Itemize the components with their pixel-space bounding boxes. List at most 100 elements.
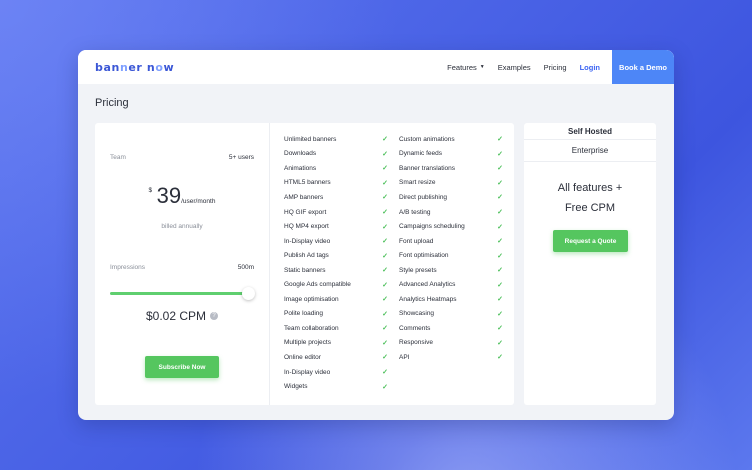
top-navbar: banner now Features ▼ Examples Pricing Lo… (78, 50, 674, 84)
check-icon: ✓ (382, 150, 388, 158)
check-icon: ✓ (382, 281, 388, 289)
impressions-slider[interactable] (110, 287, 255, 300)
check-icon: ✓ (382, 383, 388, 391)
page-title: Pricing (95, 97, 129, 109)
feature-item: Font upload ✓ (399, 234, 503, 249)
feature-item: HQ MP4 export ✓ (284, 219, 388, 234)
check-icon: ✓ (382, 310, 388, 318)
feature-item: Smart resize ✓ (399, 176, 503, 191)
price-calculator: Team 5+ users $ 39/user/month billed ann… (95, 123, 270, 405)
logo-text-2: er n (128, 60, 156, 74)
check-icon: ✓ (497, 238, 503, 246)
check-icon: ✓ (382, 252, 388, 260)
feature-label: Online editor (284, 353, 321, 361)
feature-label: Direct publishing (399, 193, 448, 201)
banner-now-logo[interactable]: banner now (95, 61, 174, 74)
features-column-1: Unlimited banners ✓ Downloads ✓ Animations ✓ H… (284, 132, 388, 394)
check-icon: ✓ (382, 179, 388, 187)
app-window: banner now Features ▼ Examples Pricing Lo… (78, 50, 674, 420)
check-icon: ✓ (382, 136, 388, 144)
check-icon: ✓ (382, 325, 388, 333)
feature-label: Analytics Heatmaps (399, 295, 457, 303)
cpm-display: $0.02 CPM ? (95, 309, 269, 323)
enterprise-summary: All features + Free CPM (524, 178, 656, 218)
feature-item: Dynamic feeds ✓ (399, 147, 503, 162)
feature-item: Style presets ✓ (399, 263, 503, 278)
check-icon: ✓ (497, 223, 503, 231)
feature-label: Publish Ad tags (284, 252, 329, 260)
feature-item: Multiple projects ✓ (284, 336, 388, 351)
feature-label: A/B testing (399, 208, 431, 216)
feature-item: Responsive ✓ (399, 336, 503, 351)
feature-label: Polite loading (284, 310, 324, 318)
feature-label: Unlimited banners (284, 135, 337, 143)
feature-item: HQ GIF export ✓ (284, 205, 388, 220)
feature-item: Widgets ✓ (284, 379, 388, 394)
check-icon: ✓ (382, 238, 388, 246)
feature-item: Font optimisation ✓ (399, 248, 503, 263)
check-icon: ✓ (382, 209, 388, 216)
feature-label: In-Display video (284, 368, 331, 376)
feature-label: HQ MP4 export (284, 223, 329, 231)
feature-label: In-Display video (284, 237, 331, 245)
nav-pricing[interactable]: Pricing (544, 63, 567, 72)
check-icon: ✓ (497, 296, 503, 304)
feature-item: Banner translations ✓ (399, 161, 503, 176)
feature-label: Static banners (284, 266, 326, 274)
check-icon: ✓ (382, 354, 388, 362)
feature-label: Custom animations (399, 135, 455, 143)
feature-item: Unlimited banners ✓ (284, 132, 388, 147)
feature-label: Advanced Analytics (399, 281, 456, 289)
check-icon: ✓ (497, 252, 503, 260)
feature-label: Comments (399, 324, 431, 332)
currency-symbol: $ (148, 187, 153, 194)
impressions-value: 500m (237, 264, 254, 271)
check-icon: ✓ (382, 296, 388, 304)
check-icon: ✓ (497, 136, 503, 144)
book-demo-button[interactable]: Book a Demo (612, 50, 674, 84)
feature-label: HQ GIF export (284, 208, 327, 216)
enterprise-card: Self Hosted Enterprise All features + Fr… (524, 123, 656, 405)
slider-thumb[interactable] (242, 287, 255, 300)
subscribe-button[interactable]: Subscribe Now (145, 356, 219, 378)
nav-examples[interactable]: Examples (498, 63, 531, 72)
logo-text-1: ban (95, 60, 120, 74)
feature-label: Dynamic feeds (399, 150, 442, 158)
request-quote-button[interactable]: Request a Quote (553, 230, 628, 252)
feature-item: In-Display video ✓ (284, 365, 388, 380)
feature-label: Banner translations (399, 164, 456, 172)
check-icon: ✓ (497, 179, 503, 187)
feature-label: Font optimisation (399, 252, 449, 260)
billing-note: billed annually (161, 223, 203, 230)
feature-label: Showcasing (399, 310, 435, 318)
feature-item: Analytics Heatmaps ✓ (399, 292, 503, 307)
help-icon[interactable]: ? (210, 312, 219, 320)
check-icon: ✓ (497, 281, 503, 289)
check-icon: ✓ (497, 267, 503, 275)
check-icon: ✓ (382, 339, 388, 347)
logo-accent-2: o (155, 60, 164, 74)
check-icon: ✓ (497, 325, 503, 333)
nav-features[interactable]: Features ▼ (447, 63, 485, 72)
nav-features-label: Features (447, 62, 477, 72)
feature-item: Downloads ✓ (284, 147, 388, 162)
team-value: 5+ users (228, 154, 254, 161)
enterprise-summary-line2: Free CPM (564, 202, 616, 214)
feature-item: Direct publishing ✓ (399, 190, 503, 205)
feature-label: Responsive (399, 339, 433, 347)
feature-label: API (399, 353, 410, 361)
price-amount: 39 (156, 183, 182, 208)
feature-label: Team collaboration (284, 324, 339, 332)
feature-item: HTML5 banners ✓ (284, 176, 388, 191)
check-icon: ✓ (382, 223, 388, 231)
team-label: Team (110, 154, 126, 161)
check-icon: ✓ (382, 165, 388, 173)
self-hosted-tab[interactable]: Self Hosted (524, 123, 656, 140)
feature-item: A/B testing ✓ (399, 205, 503, 220)
slider-track (110, 292, 245, 295)
nav-login[interactable]: Login (580, 63, 600, 72)
feature-label: Campaigns scheduling (399, 223, 465, 231)
feature-item: Showcasing ✓ (399, 307, 503, 322)
check-icon: ✓ (497, 339, 503, 347)
features-column-2: Custom animations ✓ Dynamic feeds ✓ Banner t… (399, 132, 503, 365)
